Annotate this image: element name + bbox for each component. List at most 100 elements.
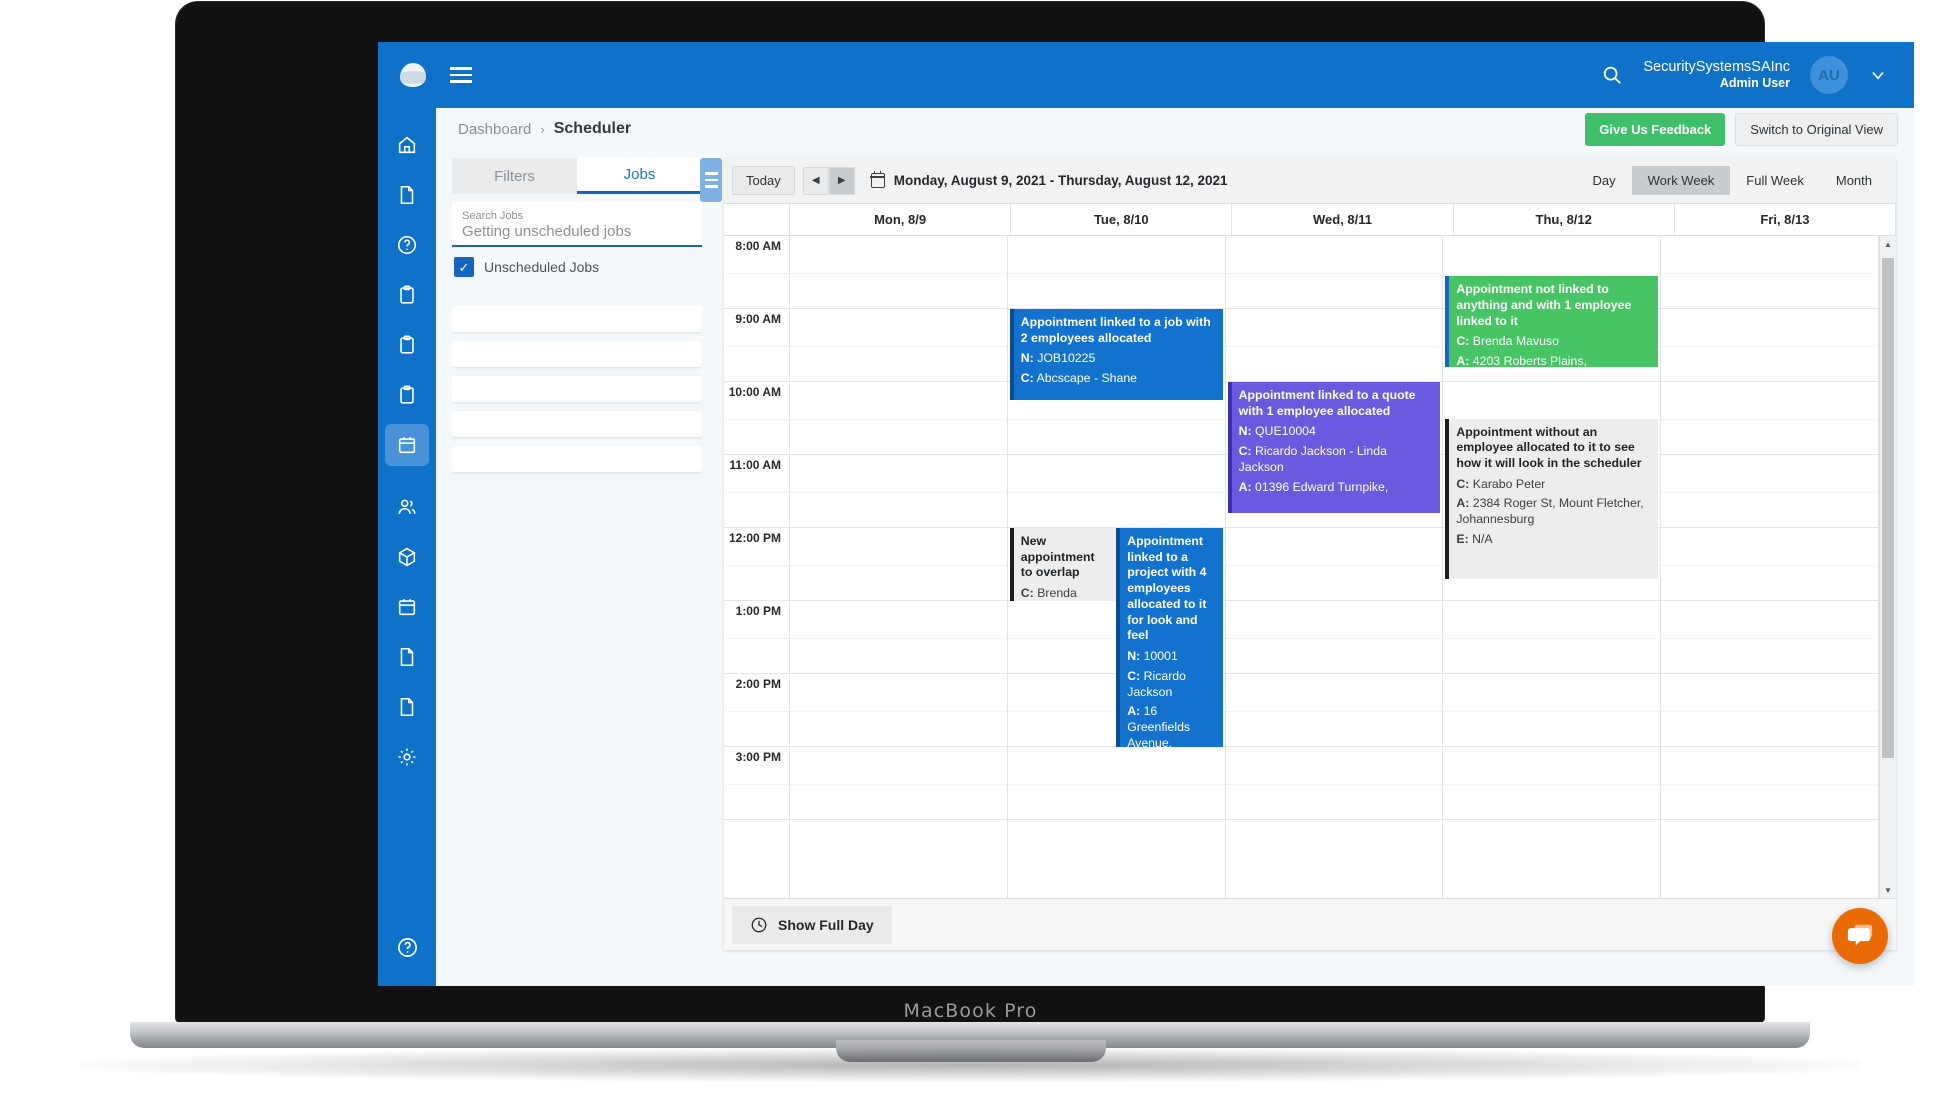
cloud-logo-icon[interactable]	[400, 63, 426, 87]
sidebar-item-reports[interactable]	[385, 686, 429, 728]
view-month-button[interactable]: Month	[1820, 166, 1888, 195]
time-cell[interactable]	[1007, 236, 1225, 309]
show-full-day-button[interactable]: Show Full Day	[732, 905, 892, 944]
job-list[interactable]	[452, 306, 702, 976]
appointment-block[interactable]: Appointment linked to a quote with 1 emp…	[1227, 382, 1441, 514]
scroll-up-arrow-icon[interactable]: ▲	[1880, 236, 1896, 252]
time-cell[interactable]	[1443, 601, 1661, 674]
scroll-down-arrow-icon[interactable]: ▼	[1880, 882, 1896, 898]
appointment-block[interactable]: New appointment to overlap C: Brenda Mavu…	[1009, 528, 1117, 601]
sidebar-item-calendar-2[interactable]	[385, 586, 429, 628]
time-cell[interactable]	[790, 601, 1007, 674]
day-column[interactable]: Appointment not linked to anything and w…	[1443, 236, 1662, 898]
appointment-block[interactable]: Appointment linked to a project with 4 e…	[1116, 528, 1223, 747]
day-column[interactable]	[1661, 236, 1879, 898]
time-cell[interactable]	[790, 236, 1007, 309]
time-cell[interactable]	[1225, 674, 1443, 747]
time-cell[interactable]	[1661, 747, 1878, 820]
day-column[interactable]: Appointment linked to a job with 2 emplo…	[1007, 236, 1226, 898]
view-work-week-button[interactable]: Work Week	[1631, 166, 1731, 195]
job-card[interactable]	[452, 411, 702, 437]
sidebar-item-help-1[interactable]	[385, 224, 429, 266]
time-cell[interactable]	[790, 528, 1007, 601]
unscheduled-jobs-filter[interactable]: ✓ Unscheduled Jobs	[452, 247, 702, 286]
sidebar-item-customers[interactable]	[385, 486, 429, 528]
time-cell[interactable]	[1661, 455, 1878, 528]
day-column[interactable]	[790, 236, 1008, 898]
view-full-week-button[interactable]: Full Week	[1730, 166, 1820, 195]
time-cell[interactable]	[1225, 601, 1443, 674]
screen-viewport: SecuritySystemsSAInc Admin User AU Dashb…	[378, 42, 1914, 986]
switch-to-original-view-button[interactable]: Switch to Original View	[1735, 112, 1898, 146]
job-card[interactable]	[452, 306, 702, 332]
sidebar-item-home[interactable]	[385, 124, 429, 166]
time-cell[interactable]	[790, 309, 1007, 382]
time-label: 11:00 AM	[729, 458, 781, 472]
time-cell[interactable]	[1443, 674, 1661, 747]
sidebar-item-projects[interactable]	[385, 374, 429, 416]
appointment-block[interactable]: Appointment without an employee allocate…	[1445, 418, 1659, 580]
appointment-field-key: C:	[1456, 334, 1470, 349]
day-header: Fri, 8/13	[1675, 204, 1897, 235]
panel-collapse-handle-icon[interactable]	[700, 158, 722, 202]
tab-filters[interactable]: Filters	[452, 158, 577, 194]
search-icon[interactable]	[1601, 64, 1623, 86]
scheduler-grid-scroll[interactable]: 8:00 AM 9:00 AM 10:00 AM 11:00 AM 12:00 PM 1:…	[724, 236, 1879, 898]
chat-bubble-icon[interactable]	[1832, 908, 1888, 964]
appointment-title: Appointment linked to a job with 2 emplo…	[1020, 315, 1211, 345]
time-cell[interactable]	[1225, 528, 1443, 601]
time-cell[interactable]	[1661, 528, 1878, 601]
time-cell[interactable]	[1661, 236, 1878, 309]
avatar[interactable]: AU	[1810, 56, 1848, 94]
next-period-button[interactable]: ▶	[828, 166, 855, 195]
time-cell[interactable]	[1661, 382, 1878, 455]
hamburger-menu-icon[interactable]	[450, 67, 472, 83]
appointment-block[interactable]: Appointment linked to a job with 2 emplo…	[1009, 309, 1223, 401]
time-cell[interactable]	[1225, 236, 1443, 309]
job-card[interactable]	[452, 341, 702, 367]
date-range-display[interactable]: Monday, August 9, 2021 - Thursday, Augus…	[870, 171, 1228, 188]
chevron-down-icon[interactable]	[1868, 65, 1888, 85]
day-column[interactable]: Appointment linked to a quote with 1 emp…	[1225, 236, 1444, 898]
give-us-feedback-button[interactable]: Give Us Feedback	[1585, 112, 1726, 146]
time-cell[interactable]	[1443, 747, 1661, 820]
sidebar-item-quotes[interactable]	[385, 274, 429, 316]
sidebar-item-help-bottom[interactable]	[385, 926, 429, 968]
time-cell[interactable]	[1225, 747, 1443, 820]
tab-jobs[interactable]: Jobs	[577, 158, 702, 194]
sidebar-item-jobs[interactable]	[385, 324, 429, 366]
appointment-field: A: 2384 Roger St, Mount Fletcher, Johann…	[1456, 496, 1644, 527]
time-slot: 8:00 AM	[724, 236, 789, 309]
job-card[interactable]	[452, 376, 702, 402]
time-cell[interactable]	[1007, 747, 1225, 820]
appointment-block[interactable]: Appointment not linked to anything and w…	[1445, 276, 1659, 368]
search-jobs-field[interactable]: Search Jobs Getting unscheduled jobs	[452, 202, 702, 247]
time-cell[interactable]	[790, 747, 1007, 820]
time-cell[interactable]	[1661, 601, 1878, 674]
check-icon: ✓	[458, 259, 470, 275]
today-button[interactable]: Today	[732, 166, 795, 195]
time-cell[interactable]	[790, 382, 1007, 455]
time-cell[interactable]	[790, 455, 1007, 528]
time-label: 8:00 AM	[735, 239, 781, 253]
vertical-scrollbar[interactable]: ▲ ▼	[1879, 236, 1896, 898]
sidebar-item-inventory[interactable]	[385, 536, 429, 578]
time-cell[interactable]	[1661, 674, 1878, 747]
time-cell[interactable]	[1661, 309, 1878, 382]
job-card[interactable]	[452, 446, 702, 472]
time-cell[interactable]	[1007, 455, 1225, 528]
sidebar-item-invoices[interactable]	[385, 636, 429, 678]
prev-period-button[interactable]: ◀	[802, 166, 829, 195]
unscheduled-jobs-checkbox[interactable]: ✓	[454, 257, 474, 277]
account-info[interactable]: SecuritySystemsSAInc Admin User	[1643, 58, 1790, 92]
sidebar-item-scheduler[interactable]	[385, 424, 429, 466]
sidebar-item-settings[interactable]	[385, 736, 429, 778]
day-header-row: Mon, 8/9 Tue, 8/10 Wed, 8/11 Thu, 8/12 Fri, …	[724, 204, 1897, 236]
search-input[interactable]: Getting unscheduled jobs	[462, 222, 692, 240]
time-cell[interactable]	[1225, 309, 1443, 382]
time-cell[interactable]	[790, 674, 1007, 747]
scrollbar-thumb[interactable]	[1882, 258, 1894, 758]
breadcrumb-dashboard[interactable]: Dashboard	[458, 121, 531, 138]
sidebar-item-documents-1[interactable]	[385, 174, 429, 216]
view-day-button[interactable]: Day	[1576, 166, 1631, 195]
